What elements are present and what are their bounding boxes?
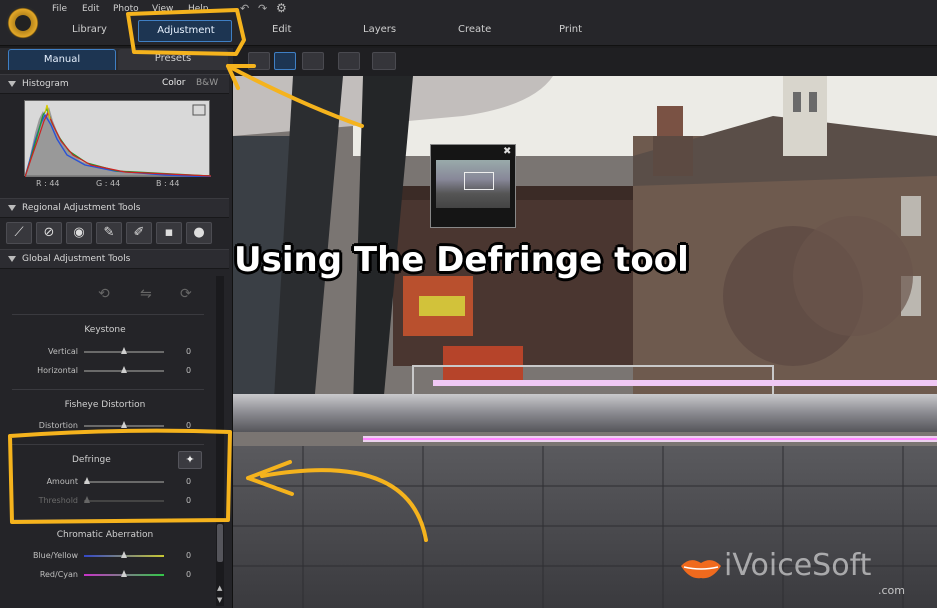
redo-icon[interactable]: ↷	[258, 2, 267, 15]
brand-lips-logo-icon	[681, 560, 721, 579]
settings-gear-icon[interactable]: ⚙	[276, 1, 287, 15]
tutorial-overlay-title: Using The Defringe tool	[234, 240, 689, 280]
undo-icon[interactable]: ↶	[240, 2, 249, 15]
chromatic-red-cyan-thumb[interactable]	[121, 570, 127, 577]
tab-print[interactable]: Print	[559, 24, 582, 35]
app-logo-icon[interactable]	[6, 6, 40, 40]
menu-help[interactable]: Help	[188, 4, 209, 14]
chromatic-blue-yellow-label: Blue/Yellow	[32, 551, 78, 560]
compare-view-icon[interactable]	[248, 52, 270, 70]
defringe-picker-icon[interactable]: ✦	[178, 451, 202, 469]
chromatic-blue-yellow-thumb[interactable]	[121, 551, 127, 558]
chromatic-red-cyan-value: 0	[186, 570, 192, 579]
photo-image	[233, 76, 937, 608]
histogram-curve	[24, 104, 212, 178]
display-monitor-icon[interactable]	[372, 52, 396, 70]
defringe-amount-slider[interactable]	[84, 481, 164, 483]
flip-icon[interactable]: ⇋	[140, 286, 152, 302]
histogram-b-readout: B : 44	[156, 179, 180, 188]
single-view-icon[interactable]	[274, 52, 296, 70]
divider	[12, 314, 204, 315]
collapse-triangle-icon	[8, 256, 16, 262]
chromatic-red-cyan-label: Red/Cyan	[39, 570, 78, 579]
defringe-amount-value: 0	[186, 477, 192, 486]
histogram-color-toggle[interactable]: Color	[162, 78, 186, 88]
histogram-r-readout: R : 44	[36, 179, 60, 188]
tab-library[interactable]: Library	[72, 24, 107, 35]
tab-create[interactable]: Create	[458, 24, 491, 35]
brand-watermark: iVoiceSoft	[724, 548, 872, 583]
tab-edit[interactable]: Edit	[272, 24, 291, 35]
fisheye-distortion-thumb[interactable]	[121, 421, 127, 428]
adjustment-brush-icon[interactable]: ✎	[96, 222, 122, 244]
histogram-g-readout: G : 44	[96, 179, 121, 188]
rotate-view-icon[interactable]	[338, 52, 360, 70]
panel-scroll-thumb[interactable]	[217, 524, 223, 562]
keystone-horizontal-value: 0	[186, 366, 192, 375]
defringe-threshold-value: 0	[186, 496, 192, 505]
defringe-threshold-thumb[interactable]	[84, 496, 90, 503]
divider	[12, 389, 204, 390]
defringe-amount-thumb[interactable]	[84, 477, 90, 484]
tab-presets[interactable]: Presets	[118, 49, 228, 70]
grid-view-icon[interactable]	[302, 52, 324, 70]
scroll-down-arrow-icon[interactable]: ▼	[217, 596, 222, 604]
eraser-brush-icon[interactable]: ✐	[126, 222, 152, 244]
tab-adjustment-label: Adjustment	[157, 25, 215, 36]
histogram-title: Histogram	[22, 79, 69, 89]
collapse-triangle-icon	[8, 205, 16, 211]
rotate-left-icon[interactable]: ⟲	[98, 286, 110, 302]
chromatic-title: Chromatic Aberration	[56, 530, 154, 540]
tab-adjustment[interactable]: Adjustment	[138, 20, 232, 42]
histogram-header[interactable]: Histogram	[0, 74, 229, 94]
menu-file[interactable]: File	[52, 4, 67, 14]
defringe-threshold-label: Threshold	[38, 496, 78, 505]
divider	[12, 519, 204, 520]
global-tools-header[interactable]: Global Adjustment Tools	[0, 249, 229, 269]
regional-tools-header[interactable]: Regional Adjustment Tools	[0, 198, 229, 218]
spot-removal-icon[interactable]: ⊘	[36, 222, 62, 244]
global-tools-title: Global Adjustment Tools	[22, 254, 131, 264]
menu-edit[interactable]: Edit	[82, 4, 99, 14]
keystone-vertical-thumb[interactable]	[121, 347, 127, 354]
divider	[12, 444, 204, 445]
regional-tools-title: Regional Adjustment Tools	[22, 203, 141, 213]
photo-canvas[interactable]	[233, 76, 937, 608]
radial-filter-icon[interactable]: ●	[186, 222, 212, 244]
close-icon[interactable]: ✖	[503, 146, 511, 157]
fisheye-distortion-label: Distortion	[38, 421, 78, 430]
defringe-title: Defringe	[72, 455, 111, 465]
menu-photo[interactable]: Photo	[113, 4, 139, 14]
fisheye-distortion-value: 0	[186, 421, 192, 430]
chromatic-blue-yellow-value: 0	[186, 551, 192, 560]
fisheye-title: Fisheye Distortion	[64, 400, 146, 410]
keystone-vertical-value: 0	[186, 347, 192, 356]
scroll-up-arrow-icon[interactable]: ▲	[217, 584, 222, 592]
defringe-threshold-slider[interactable]	[84, 500, 164, 502]
keystone-horizontal-thumb[interactable]	[121, 366, 127, 373]
menu-view[interactable]: View	[152, 4, 173, 14]
histogram-graph	[24, 100, 212, 178]
keystone-title: Keystone	[84, 325, 126, 335]
collapse-triangle-icon	[8, 81, 16, 87]
keystone-horizontal-label: Horizontal	[37, 366, 78, 375]
defringe-amount-label: Amount	[46, 477, 78, 486]
tab-layers[interactable]: Layers	[363, 24, 396, 35]
red-eye-icon[interactable]: ◉	[66, 222, 92, 244]
keystone-vertical-label: Vertical	[48, 347, 78, 356]
crop-straighten-icon[interactable]: ⟋	[6, 222, 32, 244]
histogram-bw-toggle[interactable]: B&W	[196, 78, 218, 88]
navigator-viewport-box[interactable]	[464, 172, 494, 190]
graduated-filter-icon[interactable]: ▪	[156, 222, 182, 244]
tab-manual[interactable]: Manual	[8, 49, 116, 70]
brand-watermark-domain: .com	[878, 584, 905, 597]
rotate-right-icon[interactable]: ⟳	[180, 286, 192, 302]
